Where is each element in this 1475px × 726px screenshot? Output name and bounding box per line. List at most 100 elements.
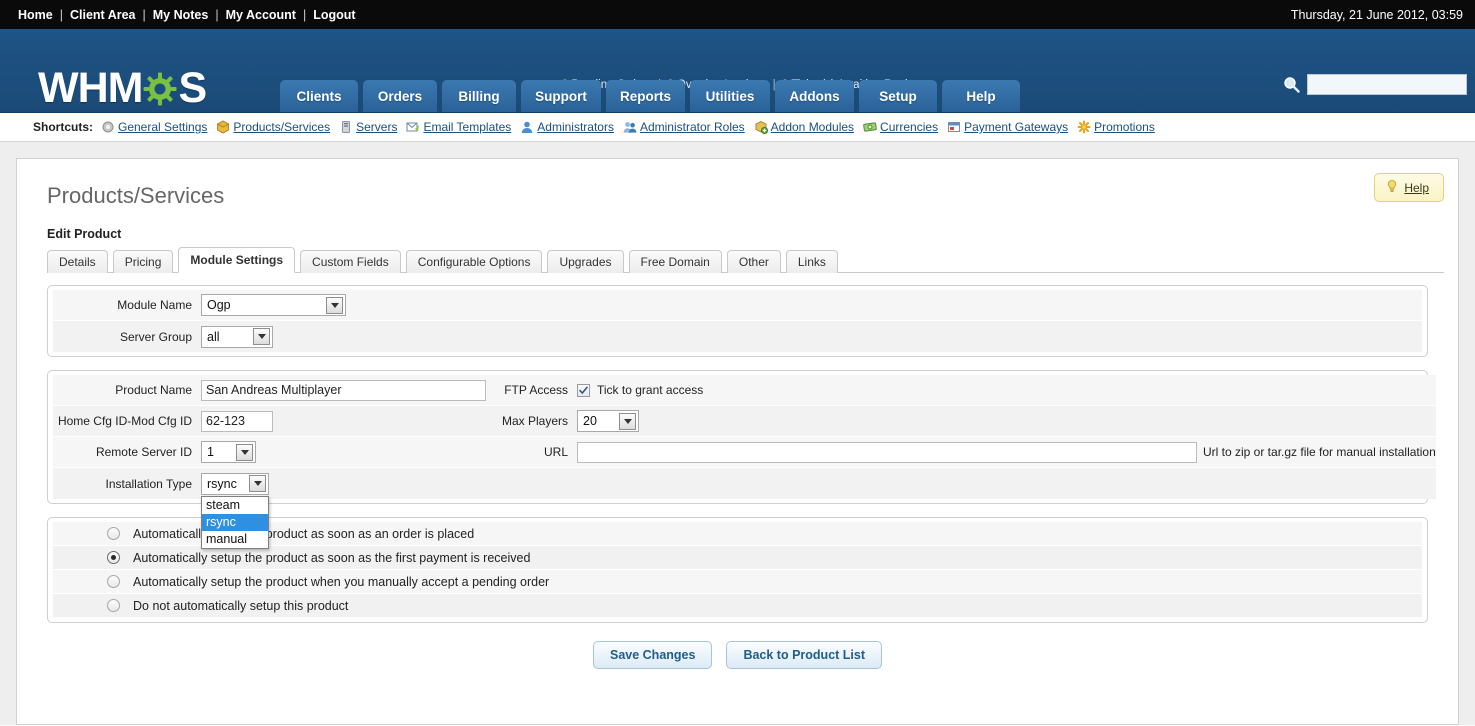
installation-type-dropdown-list[interactable]: steam rsync manual xyxy=(201,495,269,549)
search-icon[interactable] xyxy=(1283,76,1300,93)
setup-option-radio[interactable] xyxy=(107,599,120,612)
content-panel: Help Products/Services Edit Product Deta… xyxy=(16,158,1459,725)
setup-option-radio[interactable] xyxy=(107,575,120,588)
setup-option-label: Automatically setup the product when you… xyxy=(133,574,550,589)
remote-server-label: Remote Server ID xyxy=(95,445,192,459)
nav-tab-label: Billing xyxy=(458,89,500,104)
server-group-select[interactable]: all xyxy=(201,325,273,348)
shortcut-label[interactable]: Promotions xyxy=(1094,120,1155,134)
top-bar-links: Home | Client Area | My Notes | My Accou… xyxy=(12,8,356,22)
nav-tab-label: Orders xyxy=(377,89,423,104)
product-settings-box: Product Name Home Cfg ID-Mod Cfg ID Remo… xyxy=(47,370,1436,549)
shortcut-currencies[interactable]: Currencies xyxy=(863,120,938,134)
tab-label: Free Domain xyxy=(640,255,710,269)
help-button-label[interactable]: Help xyxy=(1404,181,1429,195)
shortcut-administrator-roles[interactable]: Administrator Roles xyxy=(623,120,745,134)
tab-other[interactable]: Other xyxy=(726,250,781,273)
content-tabs: Details Pricing Module Settings Custom Fiel… xyxy=(47,247,1444,273)
nav-tab-help[interactable]: Help xyxy=(942,80,1020,112)
money-icon xyxy=(863,120,877,134)
remote-server-select[interactable]: 1 xyxy=(201,441,256,463)
ftp-access-checkbox[interactable] xyxy=(577,383,590,397)
dropdown-option-manual[interactable]: manual xyxy=(202,531,268,548)
installation-type-row: Installation Type rsync steam rsync manual xyxy=(53,468,501,549)
back-to-product-list-button[interactable]: Back to Product List xyxy=(726,641,882,669)
shortcut-servers[interactable]: Servers xyxy=(339,120,397,134)
shortcut-products-services[interactable]: Products/Services xyxy=(216,120,330,134)
tab-upgrades[interactable]: Upgrades xyxy=(547,250,624,273)
save-changes-button[interactable]: Save Changes xyxy=(592,641,713,669)
tab-free-domain[interactable]: Free Domain xyxy=(628,250,722,273)
tab-configurable-options[interactable]: Configurable Options xyxy=(405,250,543,273)
addon-box-icon xyxy=(754,120,768,134)
tab-custom-fields[interactable]: Custom Fields xyxy=(300,250,401,273)
home-cfg-label: Home Cfg ID-Mod Cfg ID xyxy=(57,414,192,428)
top-link-client-area[interactable]: Client Area xyxy=(70,8,136,22)
chevron-down-icon[interactable] xyxy=(253,328,270,345)
shortcut-label[interactable]: Currencies xyxy=(880,120,938,134)
gear-icon xyxy=(101,120,115,134)
nav-tab-reports[interactable]: Reports xyxy=(606,80,685,112)
top-link-home[interactable]: Home xyxy=(18,8,53,22)
top-link-logout[interactable]: Logout xyxy=(313,8,355,22)
shortcut-label[interactable]: Email Templates xyxy=(423,120,511,134)
setup-option-radio[interactable] xyxy=(107,527,120,540)
tab-links[interactable]: Links xyxy=(785,250,838,273)
chevron-down-icon[interactable] xyxy=(249,475,266,492)
shortcut-addon-modules[interactable]: Addon Modules xyxy=(754,120,854,134)
nav-tab-clients[interactable]: Clients xyxy=(280,80,358,112)
setup-option-radio[interactable] xyxy=(107,551,120,564)
nav-tab-orders[interactable]: Orders xyxy=(363,80,437,112)
shortcut-payment-gateways[interactable]: Payment Gateways xyxy=(947,120,1068,134)
server-icon xyxy=(339,120,353,134)
nav-tab-addons[interactable]: Addons xyxy=(775,80,854,112)
module-name-select[interactable]: Ogp xyxy=(201,294,346,316)
top-link-my-account[interactable]: My Account xyxy=(226,8,296,22)
home-cfg-input[interactable] xyxy=(201,410,273,432)
shortcut-promotions[interactable]: Promotions xyxy=(1077,120,1155,134)
page-subtitle: Edit Product xyxy=(47,227,122,241)
module-name-label: Module Name xyxy=(117,298,192,312)
chevron-down-icon[interactable] xyxy=(326,296,343,314)
tab-pricing[interactable]: Pricing xyxy=(112,250,174,273)
shortcut-label[interactable]: Addon Modules xyxy=(771,120,854,134)
top-link-my-notes[interactable]: My Notes xyxy=(153,8,209,22)
setup-option-row[interactable]: Automatically setup the product as soon … xyxy=(53,546,1422,570)
shortcut-label[interactable]: Administrator Roles xyxy=(640,120,745,134)
app-header: WHM S Clients Orders Billing Support Rep… xyxy=(0,29,1475,113)
nav-tab-label: Utilities xyxy=(705,89,755,104)
ftp-access-row: FTP Access Tick to grant access xyxy=(501,375,1436,406)
nav-tab-setup[interactable]: Setup xyxy=(859,80,937,112)
max-players-select[interactable]: 20 xyxy=(577,410,639,432)
shortcut-label[interactable]: Servers xyxy=(356,120,397,134)
nav-tab-support[interactable]: Support xyxy=(521,80,601,112)
shortcut-general-settings[interactable]: General Settings xyxy=(101,120,207,134)
chevron-down-icon[interactable] xyxy=(619,412,636,430)
shortcut-label[interactable]: Products/Services xyxy=(233,120,330,134)
shortcut-label[interactable]: Administrators xyxy=(537,120,614,134)
nav-tab-utilities[interactable]: Utilities xyxy=(690,80,770,112)
setup-option-row[interactable]: Automatically setup the product when you… xyxy=(53,570,1422,594)
ftp-access-label: FTP Access xyxy=(504,383,568,397)
chevron-down-icon[interactable] xyxy=(236,443,253,461)
search-input[interactable] xyxy=(1307,74,1467,95)
dropdown-option-rsync[interactable]: rsync xyxy=(202,513,268,531)
nav-tab-label: Setup xyxy=(879,89,917,104)
shortcut-email-templates[interactable]: Email Templates xyxy=(406,120,511,134)
tab-details[interactable]: Details xyxy=(47,250,108,273)
shortcut-label[interactable]: General Settings xyxy=(118,120,207,134)
installation-type-select[interactable]: rsync steam rsync manual xyxy=(201,472,269,549)
remote-server-row: Remote Server ID 1 xyxy=(53,437,501,468)
help-button[interactable]: Help xyxy=(1374,173,1444,202)
product-name-label: Product Name xyxy=(115,383,192,397)
shortcut-administrators[interactable]: Administrators xyxy=(520,120,614,134)
tab-module-settings[interactable]: Module Settings xyxy=(178,247,296,273)
product-name-input[interactable] xyxy=(201,379,486,401)
url-row: URL Url to zip or tar.gz file for manual… xyxy=(501,437,1436,468)
users-icon xyxy=(623,120,637,134)
shortcut-label[interactable]: Payment Gateways xyxy=(964,120,1068,134)
setup-option-row[interactable]: Do not automatically setup this product xyxy=(53,594,1422,618)
dropdown-option-steam[interactable]: steam xyxy=(202,497,268,514)
nav-tab-billing[interactable]: Billing xyxy=(442,80,516,112)
url-input[interactable] xyxy=(577,441,1197,463)
